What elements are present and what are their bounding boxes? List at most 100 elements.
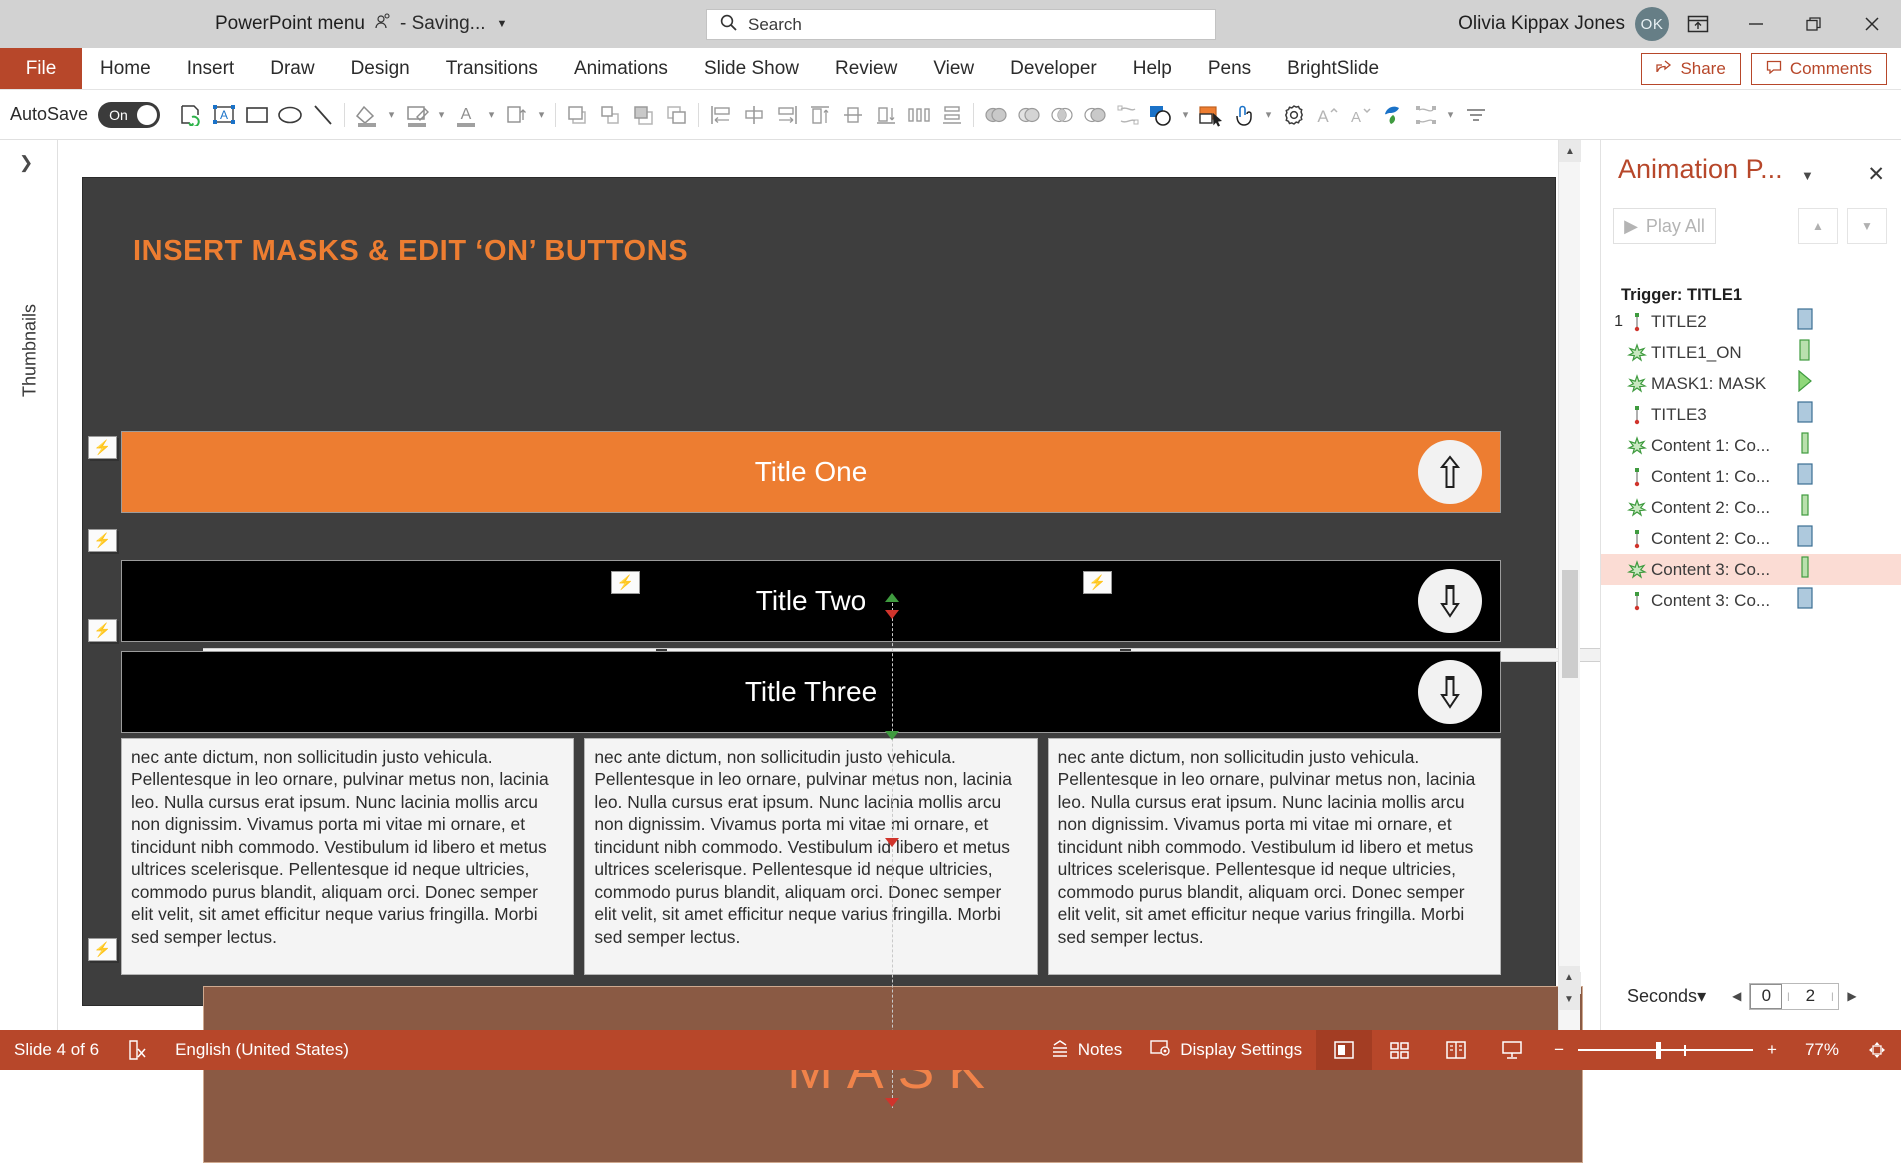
chevron-down-icon[interactable]: ▾ [1442,95,1459,135]
animation-timeline-bar[interactable] [1797,494,1813,521]
tab-transitions[interactable]: Transitions [428,48,556,89]
distribute-horizontally-icon[interactable] [902,95,935,135]
animation-timeline-bar[interactable] [1797,339,1813,366]
notes-button[interactable]: Notes [1036,1030,1136,1070]
chevron-down-icon[interactable]: ▾ [1260,95,1277,135]
chevron-down-icon[interactable]: ▾ [533,95,550,135]
display-settings-button[interactable]: Display Settings [1136,1030,1316,1070]
chevron-down-icon[interactable]: ▼ [1801,168,1814,183]
bring-forward-icon[interactable] [594,95,627,135]
tab-pens[interactable]: Pens [1190,48,1269,89]
animation-list-item-selected[interactable]: Content 3: Co... [1601,554,1901,585]
shape-outline-icon[interactable] [400,95,433,135]
align-bottom-icon[interactable] [869,95,902,135]
slide-counter[interactable]: Slide 4 of 6 [0,1030,113,1070]
spinner-right-arrow[interactable]: ▶ [1847,989,1856,1003]
shape-title-two[interactable]: Title Two [121,560,1501,642]
gear-icon[interactable] [1277,95,1310,135]
zoom-in-button[interactable]: + [1753,1030,1791,1070]
align-top-icon[interactable] [803,95,836,135]
language-indicator[interactable]: English (United States) [161,1030,363,1070]
view-slide-show-button[interactable] [1484,1030,1540,1070]
distribute-vertically-icon[interactable] [935,95,968,135]
view-normal-button[interactable] [1316,1030,1372,1070]
animation-timeline-bar[interactable] [1797,463,1813,490]
chevron-down-icon[interactable]: ▾ [1697,986,1706,1006]
content-column-2[interactable]: nec ante dictum, non sollicitudin justo … [584,738,1037,975]
animation-tag-icon[interactable]: ⚡ [611,571,640,594]
search-input[interactable]: Search [748,15,802,35]
expand-thumbnails-icon[interactable]: ❯ [19,153,33,173]
tab-animations[interactable]: Animations [556,48,686,89]
seconds-value-left[interactable]: 0 [1750,984,1782,1009]
spell-check-icon[interactable] [113,1030,161,1070]
line-shape-icon[interactable] [306,95,339,135]
spinner-box[interactable]: 0 | 2 | [1749,983,1839,1010]
tab-home[interactable]: Home [82,48,169,89]
merge-union-icon[interactable] [979,95,1012,135]
change-shape-icon[interactable] [1144,95,1177,135]
avatar[interactable]: OK [1635,7,1669,41]
increase-font-size-icon[interactable]: A [1310,95,1343,135]
spinner-left-arrow[interactable]: ◀ [1732,989,1741,1003]
autosave-toggle[interactable]: On [98,102,160,128]
search-box[interactable]: Search [706,9,1216,40]
send-backward-icon[interactable] [660,95,693,135]
slide-vertical-scrollbar[interactable]: ▲ ▼ [1558,140,1580,1050]
rectangle-shape-icon[interactable] [240,95,273,135]
play-all-button[interactable]: ▶ Play All [1613,208,1716,244]
align-right-icon[interactable] [770,95,803,135]
tab-view[interactable]: View [915,48,992,89]
oval-shape-icon[interactable] [273,95,306,135]
animation-list-item[interactable]: 1 TITLE2 [1601,306,1901,337]
text-direction-icon[interactable] [500,95,533,135]
animation-list-item[interactable]: Content 3: Co... [1601,585,1901,616]
tab-brightslide[interactable]: BrightSlide [1269,48,1397,89]
seconds-dropdown[interactable]: Seconds▾ [1627,986,1706,1007]
chevron-down-icon[interactable]: ▾ [483,95,500,135]
selection-pane-icon[interactable] [1194,95,1227,135]
close-button[interactable] [1843,0,1901,48]
chevron-down-icon[interactable]: ▾ [1177,95,1194,135]
animation-tag-icon[interactable]: ⚡ [88,619,117,642]
tab-insert[interactable]: Insert [169,48,253,89]
shape-mask[interactable]: MASK [203,986,1583,1163]
tab-draw[interactable]: Draw [252,48,332,89]
next-slide-button[interactable]: ▼ [1558,988,1580,1010]
ribbon-display-options-button[interactable] [1669,0,1727,48]
tab-help[interactable]: Help [1115,48,1190,89]
align-center-icon[interactable] [737,95,770,135]
content-column-1[interactable]: nec ante dictum, non sollicitudin justo … [121,738,574,975]
animation-list-item[interactable]: Content 2: Co... [1601,523,1901,554]
arrow-down-button-icon[interactable] [1418,660,1482,724]
previous-slide-button[interactable]: ▲ [1558,966,1580,988]
animation-tag-icon[interactable]: ⚡ [88,436,117,459]
document-name-group[interactable]: PowerPoint menu - Saving... ▼ [215,13,507,36]
shape-title-one[interactable]: Title One [121,431,1501,513]
close-icon[interactable]: ✕ [1867,162,1885,187]
animation-list-item[interactable]: TITLE3 [1601,399,1901,430]
text-box-icon[interactable]: A [207,95,240,135]
chevron-down-icon[interactable]: ▾ [433,95,450,135]
merge-fragment-icon[interactable] [1045,95,1078,135]
animation-timeline-bar[interactable] [1797,525,1813,552]
trigger-hand-icon[interactable] [1227,95,1260,135]
refresh-save-icon[interactable] [174,95,207,135]
slide-canvas[interactable]: INSERT MASKS & EDIT ‘ON’ BUTTONS Title O… [82,177,1556,1006]
tab-developer[interactable]: Developer [992,48,1115,89]
animation-list-item[interactable]: MASK1: MASK [1601,368,1901,399]
scrollbar-thumb[interactable] [1562,570,1578,678]
minimize-button[interactable] [1727,0,1785,48]
zoom-slider[interactable] [1578,1030,1753,1070]
shape-title-three[interactable]: Title Three [121,651,1501,733]
arrow-up-button-icon[interactable] [1418,440,1482,504]
tab-slide-show[interactable]: Slide Show [686,48,817,89]
animation-tag-icon[interactable]: ⚡ [88,938,117,961]
move-later-button[interactable]: ▼ [1847,208,1887,244]
scroll-up-button[interactable]: ▲ [1559,140,1581,162]
move-earlier-button[interactable]: ▲ [1798,208,1838,244]
decrease-font-size-icon[interactable]: A [1343,95,1376,135]
customize-toolbar-icon[interactable] [1459,95,1492,135]
chevron-down-icon[interactable]: ▾ [383,95,400,135]
content-column-3[interactable]: nec ante dictum, non sollicitudin justo … [1048,738,1501,975]
